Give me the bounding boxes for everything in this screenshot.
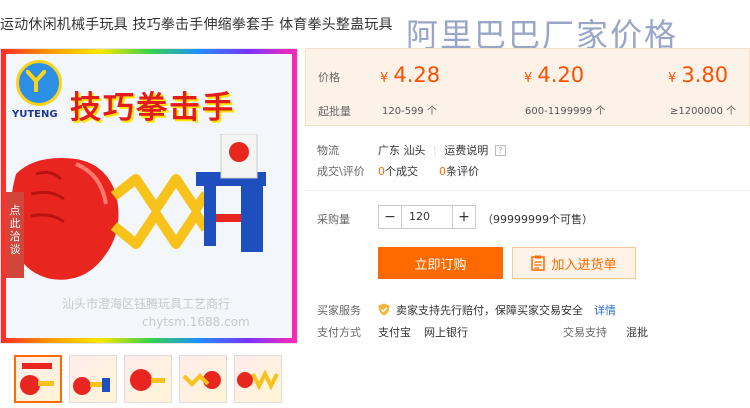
- image-banner-text: 技巧拳击手: [70, 90, 235, 126]
- qty-tier-1: 120-599 个: [382, 106, 437, 117]
- payment-methods: 支付宝 网上银行: [378, 324, 468, 340]
- payment-label: 支付方式: [317, 326, 361, 339]
- shipping-info-link[interactable]: 运费说明: [444, 144, 488, 157]
- increase-button[interactable]: +: [453, 206, 475, 228]
- quantity-stepper: − 120 +: [378, 205, 476, 229]
- thumbnail-strip: [14, 355, 282, 403]
- payment-method-bank: 网上银行: [424, 326, 468, 339]
- available-stock: （99999999个可售）: [482, 213, 593, 226]
- product-main-image[interactable]: YUTENG 技巧拳击手 点 此 洽 谈 汕头市澄海区钰腾玩具工艺商行 chyt…: [0, 48, 298, 344]
- price-tier-3: ¥ 3.80: [668, 63, 729, 87]
- service-detail-link[interactable]: 详情: [594, 304, 616, 317]
- payment-method-alipay: 支付宝: [378, 326, 411, 339]
- price-label: 价格: [318, 71, 340, 84]
- min-qty-label: 起批量: [318, 105, 351, 118]
- thumbnail-3[interactable]: [124, 355, 172, 403]
- brand-logo: YUTENG: [12, 60, 68, 130]
- chat-side-tag[interactable]: 点 此 洽 谈: [6, 192, 24, 278]
- trades-row: 0个成交 0条评价: [378, 163, 479, 179]
- thumbnail-4[interactable]: [179, 355, 227, 403]
- deals-text[interactable]: 个成交: [385, 165, 418, 178]
- ship-from-location: 广东 汕头: [378, 144, 426, 157]
- purchase-qty-label: 采购量: [317, 213, 350, 226]
- reviews-text[interactable]: 条评价: [446, 165, 479, 178]
- decrease-button[interactable]: −: [379, 206, 401, 228]
- logistics-label: 物流: [317, 144, 339, 157]
- trade-support-label: 交易支持: [563, 326, 607, 339]
- add-to-cart-label: 加入进货单: [551, 257, 617, 273]
- shield-icon: [378, 303, 390, 316]
- image-canvas: YUTENG 技巧拳击手 点 此 洽 谈 汕头市澄海区钰腾玩具工艺商行 chyt…: [6, 54, 292, 338]
- trade-support-value: 混批: [626, 326, 648, 339]
- buyer-service-row: 卖家支持先行赔付，保障买家交易安全 详情: [378, 302, 616, 318]
- logo-text: YUTENG: [12, 109, 58, 120]
- thumbnail-1[interactable]: [14, 355, 62, 403]
- purchase-list-icon: [531, 255, 546, 271]
- thumbnail-2[interactable]: [69, 355, 117, 403]
- help-icon[interactable]: ?: [494, 145, 506, 156]
- buyer-service-text: 卖家支持先行赔付，保障买家交易安全: [396, 304, 583, 317]
- buyer-service-label: 买家服务: [317, 304, 361, 317]
- price-tier-1: ¥ 4.28: [380, 63, 441, 87]
- section-divider: [305, 190, 750, 191]
- deals-count[interactable]: 0: [378, 165, 385, 178]
- logo-y-icon: [26, 70, 46, 92]
- qty-tier-3: ≥1200000 个: [670, 106, 737, 117]
- price-tier-2: ¥ 4.20: [524, 63, 585, 87]
- buy-now-button[interactable]: 立即订购: [378, 247, 503, 279]
- thumbnail-5[interactable]: [234, 355, 282, 403]
- qty-tier-2: 600-1199999 个: [525, 106, 606, 117]
- add-to-cart-button[interactable]: 加入进货单: [512, 247, 636, 279]
- product-title: 运动休闲机械手玩具 技巧拳击手伸缩拳套手 体育拳头整蛊玩具: [0, 17, 393, 33]
- image-shop-url: chytsm.1688.com: [142, 315, 250, 329]
- quantity-input[interactable]: 120: [401, 206, 453, 228]
- image-shop-caption: 汕头市澄海区钰腾玩具工艺商行: [62, 297, 231, 311]
- trades-label: 成交\评价: [317, 165, 365, 178]
- boxing-glove-toy-illustration: [10, 134, 266, 280]
- logistics-row: 广东 汕头 | 运费说明 ?: [378, 142, 506, 158]
- price-panel: 价格 起批量 ¥ 4.28 120-599 个 ¥ 4.20 600-11999…: [305, 48, 750, 126]
- reviews-count[interactable]: 0: [439, 165, 446, 178]
